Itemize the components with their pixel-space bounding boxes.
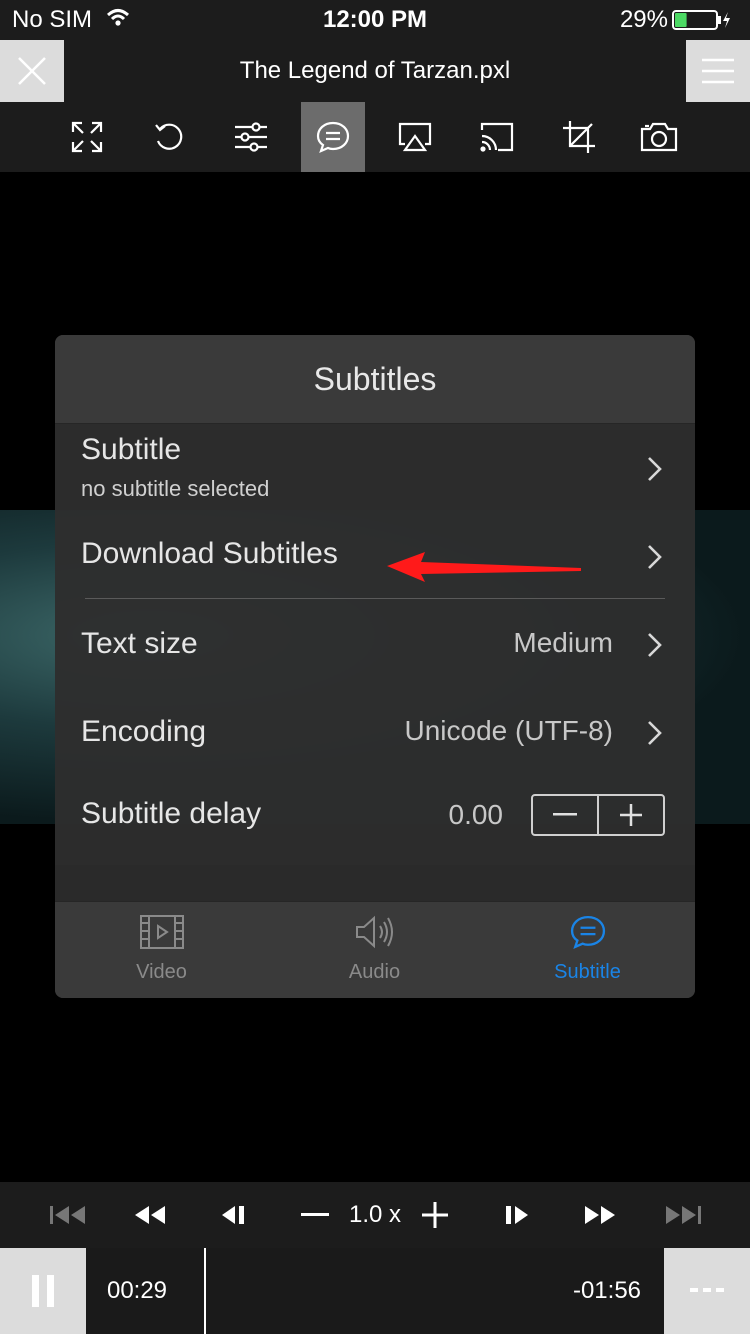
- rotate-icon: [155, 123, 183, 150]
- subtitle-delay-value: 0.00: [448, 799, 504, 830]
- panel-spacer: [55, 865, 695, 901]
- subtitle-row-label: Subtitle: [81, 433, 182, 466]
- chevron-right-icon: [648, 721, 662, 745]
- subtitles-panel: Subtitles Subtitle no subtitle selected …: [55, 335, 695, 998]
- skip-to-end-button[interactable]: [655, 1182, 711, 1248]
- more-dots-icon: [690, 1288, 724, 1292]
- minus-icon: [301, 1213, 329, 1216]
- airplay-icon: [398, 122, 432, 152]
- text-size-value: Medium: [513, 627, 613, 658]
- sliders-icon: [235, 122, 267, 152]
- battery-icon: [672, 10, 730, 30]
- encoding-value: Unicode (UTF-8): [404, 715, 613, 746]
- tab-video-label: Video: [136, 961, 187, 983]
- rewind-button[interactable]: [122, 1182, 178, 1248]
- crop-button[interactable]: [547, 102, 611, 172]
- subtitle-row-sublabel: no subtitle selected: [81, 476, 270, 501]
- subtitles-button[interactable]: [301, 102, 365, 172]
- tab-video[interactable]: Video: [55, 901, 268, 998]
- pause-button[interactable]: [0, 1248, 86, 1334]
- fullscreen-button[interactable]: [55, 102, 119, 172]
- step-forward-button[interactable]: [488, 1182, 544, 1248]
- tab-subtitle-label: Subtitle: [554, 961, 621, 983]
- speed-increase-button[interactable]: [410, 1182, 460, 1248]
- subtitle-chat-icon: [316, 121, 350, 153]
- text-size-label: Text size: [81, 627, 198, 660]
- chevron-right-icon: [648, 457, 662, 481]
- battery-percent: 29%: [619, 6, 668, 33]
- camera-icon: [640, 122, 678, 152]
- delay-stepper: [531, 794, 665, 836]
- status-bar: No SIM 12:00 PM 29%: [0, 0, 750, 40]
- speed-decrease-button[interactable]: [290, 1182, 340, 1248]
- minus-icon: [553, 813, 577, 816]
- tab-audio-label: Audio: [348, 961, 401, 983]
- skip-next-icon: [666, 1206, 701, 1224]
- download-subtitles-label: Download Subtitles: [81, 537, 338, 570]
- playback-speed: 1.0 x: [348, 1201, 402, 1228]
- subtitle-chat-icon: [570, 915, 605, 949]
- subtitle-row[interactable]: Subtitle no subtitle selected: [55, 423, 695, 511]
- fast-forward-icon: [585, 1206, 615, 1224]
- menu-button[interactable]: [686, 40, 750, 102]
- more-options-button[interactable]: [664, 1248, 750, 1334]
- tab-audio[interactable]: Audio: [268, 901, 481, 998]
- download-subtitles-row[interactable]: Download Subtitles: [55, 515, 695, 597]
- red-arrow-annotation: [387, 552, 581, 582]
- playhead[interactable]: [204, 1248, 206, 1334]
- speaker-icon: [355, 915, 393, 949]
- text-size-row[interactable]: Text size Medium: [55, 603, 695, 687]
- close-icon: [18, 57, 46, 85]
- delay-increase-button[interactable]: [599, 796, 663, 834]
- remaining-time: -01:56: [572, 1277, 642, 1304]
- film-icon: [139, 915, 184, 949]
- tab-subtitle[interactable]: Subtitle: [481, 901, 694, 998]
- cast-button[interactable]: [465, 102, 529, 172]
- adjustments-button[interactable]: [219, 102, 283, 172]
- airplay-button[interactable]: [383, 102, 447, 172]
- delay-decrease-button[interactable]: [533, 796, 597, 834]
- cast-icon: [480, 122, 514, 152]
- encoding-label: Encoding: [81, 715, 207, 748]
- row-divider: [85, 598, 665, 599]
- video-title: The Legend of Tarzan.pxl: [239, 57, 511, 84]
- elapsed-time: 00:29: [106, 1277, 168, 1304]
- chevron-right-icon: [648, 633, 662, 657]
- step-back-button[interactable]: [206, 1182, 262, 1248]
- crop-icon: [563, 121, 595, 153]
- skip-to-start-button[interactable]: [40, 1182, 96, 1248]
- fast-forward-button[interactable]: [572, 1182, 628, 1248]
- pause-icon: [32, 1275, 54, 1307]
- encoding-row[interactable]: Encoding Unicode (UTF-8): [55, 691, 695, 775]
- chevron-right-icon: [648, 545, 662, 569]
- fullscreen-icon: [71, 121, 103, 153]
- rewind-icon: [135, 1206, 165, 1224]
- close-button[interactable]: [0, 40, 64, 102]
- step-forward-icon: [506, 1206, 528, 1224]
- plus-icon: [422, 1202, 448, 1228]
- subtitle-delay-label: Subtitle delay: [81, 797, 262, 830]
- step-back-icon: [222, 1206, 244, 1224]
- rotate-button[interactable]: [137, 102, 201, 172]
- skip-previous-icon: [50, 1206, 85, 1224]
- plus-icon: [620, 804, 642, 826]
- hamburger-menu-icon: [702, 58, 734, 84]
- snapshot-button[interactable]: [627, 102, 691, 172]
- panel-title: Subtitles: [313, 361, 437, 397]
